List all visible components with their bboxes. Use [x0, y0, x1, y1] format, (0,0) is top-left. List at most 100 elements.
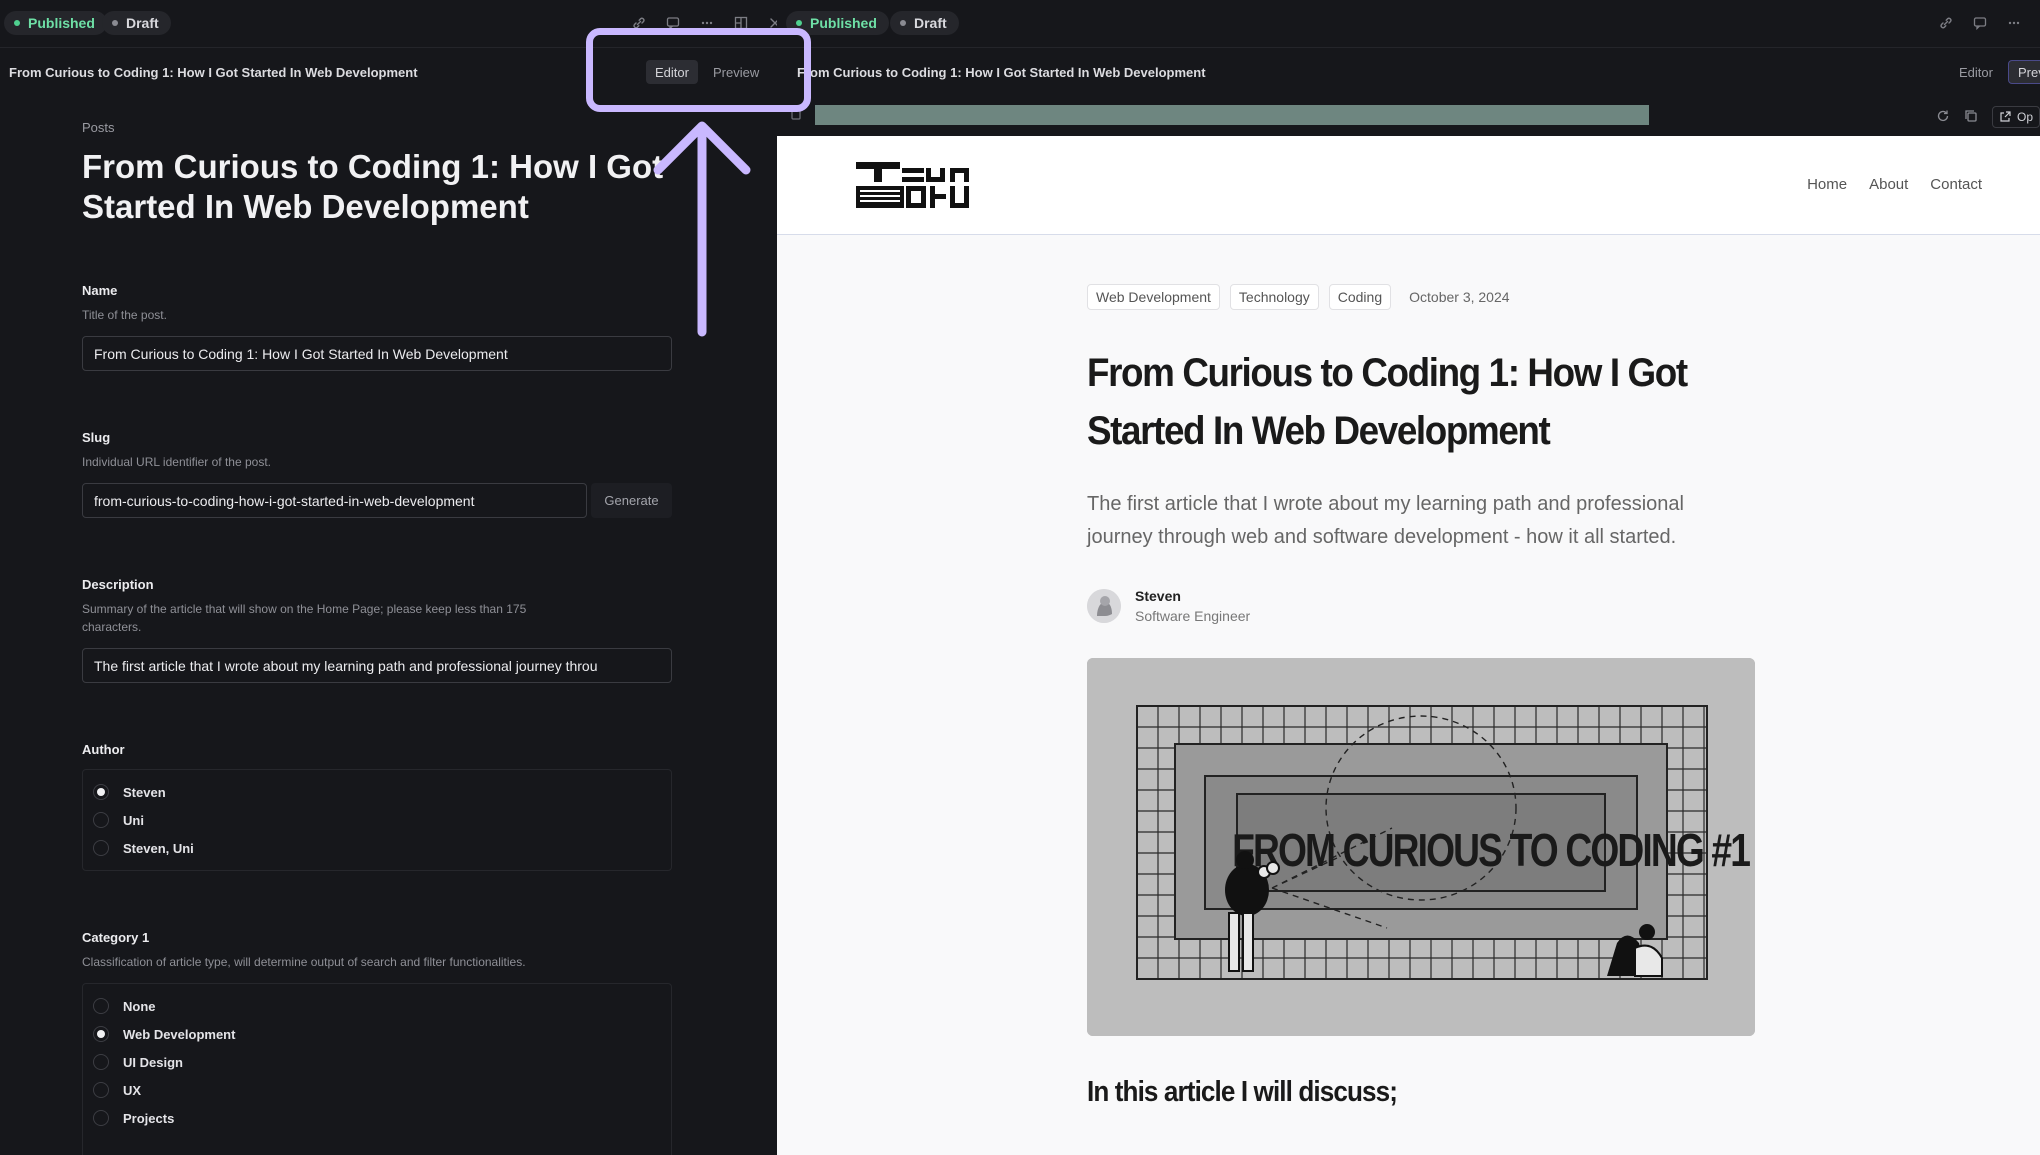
slug-row: from-curious-to-coding-how-i-got-started… [82, 483, 672, 518]
preview-url-row: Op [777, 98, 2040, 136]
name-input[interactable]: From Curious to Coding 1: How I Got Star… [82, 336, 672, 371]
author-option-label: Steven [123, 784, 166, 800]
published-dot [14, 20, 20, 26]
draft-dot [900, 20, 906, 26]
site-logo[interactable] [856, 160, 978, 210]
radio-selected[interactable] [93, 1026, 109, 1042]
avatar [1087, 589, 1121, 623]
published-label: Published [810, 15, 877, 31]
radio[interactable] [93, 998, 109, 1014]
category-option-label: Projects [123, 1110, 175, 1126]
tag-coding[interactable]: Coding [1328, 284, 1392, 310]
slug-input[interactable]: from-curious-to-coding-how-i-got-started… [82, 483, 587, 518]
radio[interactable] [93, 812, 109, 828]
category-option-label: UX [123, 1082, 142, 1098]
right-doc-title: From Curious to Coding 1: How I Got Star… [797, 65, 1206, 80]
category1-label: Category 1 [82, 930, 150, 945]
hero-text: FROM CURIOUS TO CODING #1 [1232, 824, 1751, 876]
slug-field: Slug Individual URL identifier of the po… [82, 430, 672, 518]
slug-label: Slug [82, 430, 111, 445]
breadcrumb[interactable]: Posts [82, 120, 672, 135]
radio[interactable] [93, 1082, 109, 1098]
right-docbar: From Curious to Coding 1: How I Got Star… [777, 48, 2040, 98]
article-date: October 3, 2024 [1409, 289, 1510, 305]
category-option[interactable]: Projects [93, 1104, 661, 1132]
radio[interactable] [93, 1110, 109, 1126]
draft-label: Draft [126, 15, 159, 31]
draft-status-pill[interactable]: Draft [890, 11, 959, 35]
category-option-label: Web Development [123, 1026, 236, 1042]
preview-mode-button[interactable]: Previ [2007, 60, 2040, 84]
tag-web-development[interactable]: Web Development [1087, 284, 1220, 310]
draft-status-pill[interactable]: Draft [102, 11, 171, 35]
copy-icon[interactable] [1964, 109, 1978, 126]
author-option[interactable]: Steven [93, 778, 661, 806]
page-title: From Curious to Coding 1: How I Got Star… [82, 148, 664, 225]
comment-icon[interactable] [1971, 14, 1989, 32]
category1-radio-group: None Web Development UI Design UX Projec… [82, 983, 672, 1155]
right-toolbar-icons [1937, 14, 2040, 32]
highlight-box [586, 28, 811, 112]
category-option-label: UI Design [123, 1054, 183, 1070]
category1-field: Category 1 Classification of article typ… [82, 930, 672, 1155]
left-doc-title: From Curious to Coding 1: How I Got Star… [9, 65, 418, 80]
published-dot [796, 20, 802, 26]
author-option[interactable]: Uni [93, 806, 661, 834]
author-name: Steven [1135, 588, 1181, 604]
description-label: Description [82, 577, 154, 592]
category-option[interactable]: UX [93, 1076, 661, 1104]
site-nav: Home About Contact [1807, 176, 1982, 193]
category-option[interactable]: None [93, 992, 661, 1020]
author-role: Software Engineer [1135, 608, 1251, 624]
open-external-button[interactable]: Op [1991, 106, 2040, 128]
author-info: Steven Software Engineer [1135, 588, 1250, 624]
website-preview: Home About Contact Web Development Techn… [777, 136, 2040, 1155]
draft-dot [112, 20, 118, 26]
preview-actions: Op [1936, 106, 2040, 128]
description-input[interactable]: The first article that I wrote about my … [82, 648, 672, 683]
article-author: Steven Software Engineer [1087, 588, 1250, 624]
article-title: From Curious to Coding 1: How I Got Star… [1087, 351, 1688, 453]
up-arrow-icon [653, 121, 751, 337]
more-icon[interactable] [2005, 14, 2023, 32]
editor-mode-button[interactable]: Editor [1950, 60, 2002, 84]
post-form: Posts From Curious to Coding 1: How I Go… [82, 120, 672, 1155]
author-radio-group: Steven Uni Steven, Uni [82, 769, 672, 871]
published-status-pill[interactable]: Published [4, 11, 107, 35]
url-bar[interactable] [815, 105, 1649, 125]
nav-home[interactable]: Home [1807, 176, 1847, 193]
generate-button[interactable]: Generate [591, 483, 672, 518]
radio-selected[interactable] [93, 784, 109, 800]
category1-help: Classification of article type, will det… [82, 955, 526, 969]
author-option[interactable]: Steven, Uni [93, 834, 661, 862]
article-tags: Web Development Technology Coding Octobe… [1087, 284, 1510, 310]
category-option[interactable]: Web Development [93, 1020, 661, 1048]
slug-help: Individual URL identifier of the post. [82, 455, 271, 469]
link-icon[interactable] [1937, 14, 1955, 32]
external-link-icon [2000, 111, 2011, 122]
category-option[interactable]: UI Design [93, 1048, 661, 1076]
section-heading: In this article I will discuss; [1087, 1076, 1398, 1108]
tag-technology[interactable]: Technology [1229, 284, 1319, 310]
site-header: Home About Contact [777, 136, 2040, 235]
category-option-label: None [123, 998, 156, 1014]
hero-image: FROM CURIOUS TO CODING #1 [1087, 658, 1755, 1036]
radio[interactable] [93, 1054, 109, 1070]
description-help: Summary of the article that will show on… [82, 602, 527, 634]
author-field: Author Steven Uni Steven, Uni [82, 742, 672, 871]
author-option-label: Steven, Uni [123, 840, 194, 856]
description-field: Description Summary of the article that … [82, 577, 672, 683]
article-subtitle: The first article that I wrote about my … [1087, 493, 1684, 548]
open-label: Op [2016, 110, 2033, 124]
published-label: Published [28, 15, 95, 31]
author-label: Author [82, 742, 125, 757]
radio[interactable] [93, 840, 109, 856]
right-mode-toggle: Editor Previ [1950, 60, 2040, 84]
refresh-icon[interactable] [1936, 109, 1950, 126]
nav-about[interactable]: About [1869, 176, 1908, 193]
name-help: Title of the post. [82, 308, 167, 322]
nav-contact[interactable]: Contact [1930, 176, 1982, 193]
hero-illustration: FROM CURIOUS TO CODING #1 [1087, 658, 1755, 1036]
draft-label: Draft [914, 15, 947, 31]
preview-pane: Published Draft From Curious to Coding 1… [777, 0, 2040, 1155]
